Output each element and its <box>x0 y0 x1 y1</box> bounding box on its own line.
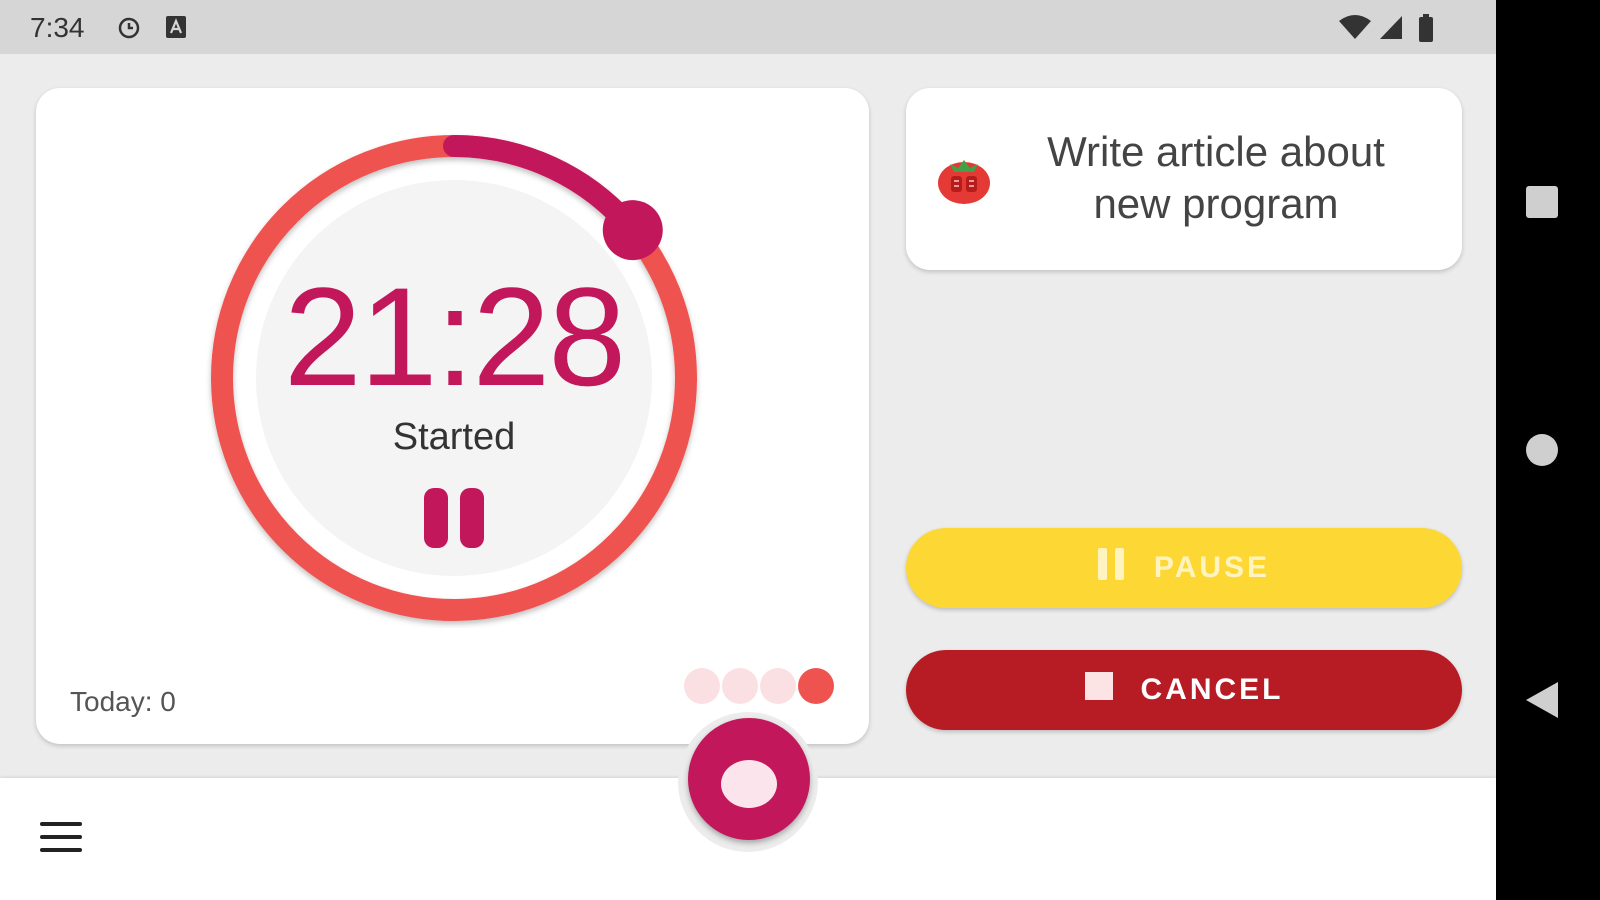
system-nav-bar <box>1496 0 1600 900</box>
ring-knob <box>602 200 663 261</box>
task-title: Write article about new program <box>1047 128 1385 227</box>
a-notification-icon <box>164 14 188 45</box>
pause-icon[interactable] <box>424 488 490 558</box>
back-triangle-icon <box>1526 682 1558 718</box>
task-card[interactable]: Write article about new program <box>906 88 1462 270</box>
cancel-button-label: CANCEL <box>1140 673 1284 706</box>
stop-icon <box>1084 672 1113 708</box>
pause-button[interactable]: PAUSE <box>906 528 1462 608</box>
menu-icon[interactable] <box>40 822 84 856</box>
timer-card: 21:28 Started Today: 0 <box>36 88 869 744</box>
timer-state: Started <box>392 416 516 458</box>
battery-icon <box>1418 14 1434 47</box>
signal-icon <box>1378 14 1404 45</box>
session-dot <box>684 668 720 704</box>
wifi-icon <box>1338 14 1372 45</box>
tomato-icon <box>936 150 992 211</box>
home-button[interactable] <box>1524 432 1560 473</box>
session-dot <box>798 668 834 704</box>
status-bar: 7:34 <box>0 0 1496 54</box>
square-icon <box>1526 186 1558 218</box>
cancel-button[interactable]: CANCEL <box>906 650 1462 730</box>
alarm-icon <box>116 14 142 45</box>
app-screen: 7:34 21:28 Started Today: 0 Write articl… <box>0 0 1496 900</box>
pause-button-label: PAUSE <box>1153 551 1271 584</box>
recents-button[interactable] <box>1524 184 1560 225</box>
tomato-fab-button[interactable] <box>688 718 810 840</box>
session-dot <box>722 668 758 704</box>
session-dot <box>760 668 796 704</box>
tomato-fab-icon <box>721 760 777 808</box>
circle-icon <box>1526 434 1558 466</box>
status-time: 7:34 <box>30 12 85 43</box>
pause-icon <box>1097 548 1126 588</box>
back-button[interactable] <box>1524 680 1560 725</box>
today-count: Today: 0 <box>70 686 176 717</box>
timer-time: 21:28 <box>283 258 626 415</box>
